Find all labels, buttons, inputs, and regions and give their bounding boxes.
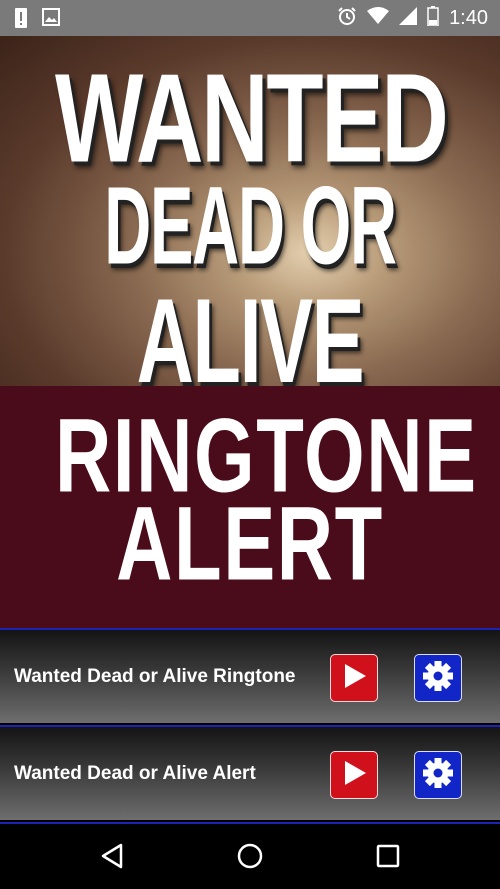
- list-item-label: Wanted Dead or Alive Ringtone: [14, 666, 296, 687]
- home-button[interactable]: [234, 842, 266, 874]
- recents-button[interactable]: [372, 842, 404, 874]
- image-icon: [42, 8, 60, 33]
- gear-icon: [421, 756, 455, 795]
- navigation-bar: [0, 822, 500, 889]
- signal-icon: [399, 7, 418, 30]
- battery-icon: [427, 6, 439, 31]
- status-bar: 1:40: [0, 0, 500, 36]
- settings-alert-button[interactable]: [414, 751, 462, 799]
- alarm-icon: [337, 6, 357, 31]
- banner-subtitle-line-2: ALERT: [116, 485, 384, 603]
- list-item-label: Wanted Dead or Alive Alert: [14, 763, 256, 784]
- play-icon: [339, 661, 369, 696]
- home-icon: [236, 842, 264, 875]
- wifi-icon: [367, 7, 390, 30]
- banner-title-line-3: ALIVE: [136, 274, 365, 386]
- banner-subtitle-panel: RINGTONE & ALERT: [0, 386, 500, 628]
- status-time: 1:40: [449, 7, 488, 29]
- play-icon: [339, 758, 369, 793]
- recents-icon: [375, 843, 401, 874]
- back-icon: [99, 842, 125, 875]
- play-ringtone-button[interactable]: [330, 654, 378, 702]
- banner-image: WANTED DEAD OR ALIVE: [0, 36, 500, 386]
- list-item-ringtone[interactable]: Wanted Dead or Alive Ringtone: [0, 628, 500, 723]
- back-button[interactable]: [96, 842, 128, 874]
- play-alert-button[interactable]: [330, 751, 378, 799]
- gear-icon: [421, 659, 455, 698]
- settings-ringtone-button[interactable]: [414, 654, 462, 702]
- list-item-alert[interactable]: Wanted Dead or Alive Alert: [0, 725, 500, 820]
- alert-icon: [14, 8, 28, 33]
